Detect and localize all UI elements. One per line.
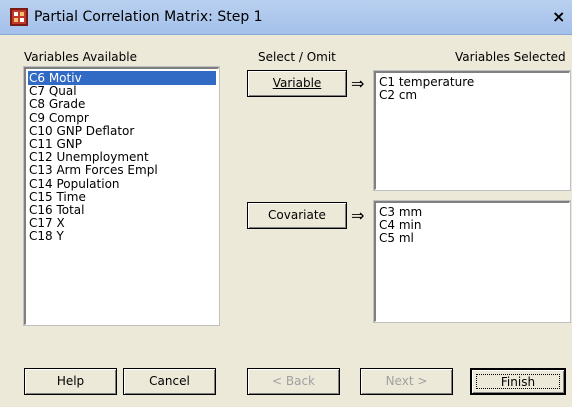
list-item[interactable]: C2 cm <box>378 88 417 102</box>
variable-button[interactable]: Variable <box>247 70 347 97</box>
covariate-button-label: Covariate <box>268 208 326 222</box>
next-button[interactable]: Next > <box>360 368 453 395</box>
list-item[interactable]: C7 Qual <box>28 84 77 98</box>
list-item[interactable]: C1 temperature <box>378 75 474 89</box>
select-omit-label: Select / Omit <box>258 50 336 64</box>
selected-covariates-list[interactable]: C3 mm C4 min C5 ml <box>373 200 571 323</box>
list-item[interactable]: C9 Compr <box>28 111 89 125</box>
back-button-label: < Back <box>271 374 315 388</box>
title-bar: Partial Correlation Matrix: Step 1 × <box>0 0 572 35</box>
list-item[interactable]: C18 Y <box>28 229 64 243</box>
list-item[interactable]: C10 GNP Deflator <box>28 124 134 138</box>
list-item[interactable]: C8 Grade <box>28 97 85 111</box>
list-item[interactable]: C15 Time <box>28 190 86 204</box>
variable-arrow-icon: ⇒ <box>351 74 365 93</box>
finish-button[interactable]: Finish <box>470 368 566 395</box>
window-title: Partial Correlation Matrix: Step 1 <box>34 9 263 25</box>
back-button[interactable]: < Back <box>247 368 340 395</box>
focus-rect <box>476 374 560 389</box>
list-item[interactable]: C4 min <box>378 218 421 232</box>
next-button-label: Next > <box>385 374 428 388</box>
app-icon <box>10 8 28 26</box>
list-item[interactable]: C14 Population <box>28 177 120 191</box>
variables-available-label: Variables Available <box>24 50 137 64</box>
help-button[interactable]: Help <box>24 368 117 395</box>
list-item[interactable]: C17 X <box>28 216 65 230</box>
list-item[interactable]: C13 Arm Forces Empl <box>28 163 158 177</box>
list-item[interactable]: C5 ml <box>378 231 414 245</box>
list-item[interactable]: C6 Motiv <box>28 71 216 85</box>
covariate-button[interactable]: Covariate <box>247 202 347 229</box>
list-item[interactable]: C16 Total <box>28 203 85 217</box>
help-button-label: Help <box>56 374 85 388</box>
selected-variables-list[interactable]: C1 temperature C2 cm <box>373 70 571 191</box>
close-icon[interactable]: × <box>552 7 565 26</box>
list-item[interactable]: C3 mm <box>378 205 422 219</box>
cancel-button[interactable]: Cancel <box>123 368 216 395</box>
cancel-button-label: Cancel <box>149 374 190 388</box>
variable-button-label: Variable <box>272 76 322 90</box>
available-variables-list[interactable]: C6 Motiv C7 Qual C8 Grade C9 Compr C10 GNP D… <box>23 66 220 326</box>
covariate-arrow-icon: ⇒ <box>351 206 365 225</box>
variables-selected-label: Variables Selected <box>455 50 566 64</box>
list-item[interactable]: C11 GNP <box>28 137 82 151</box>
list-item[interactable]: C12 Unemployment <box>28 150 149 164</box>
